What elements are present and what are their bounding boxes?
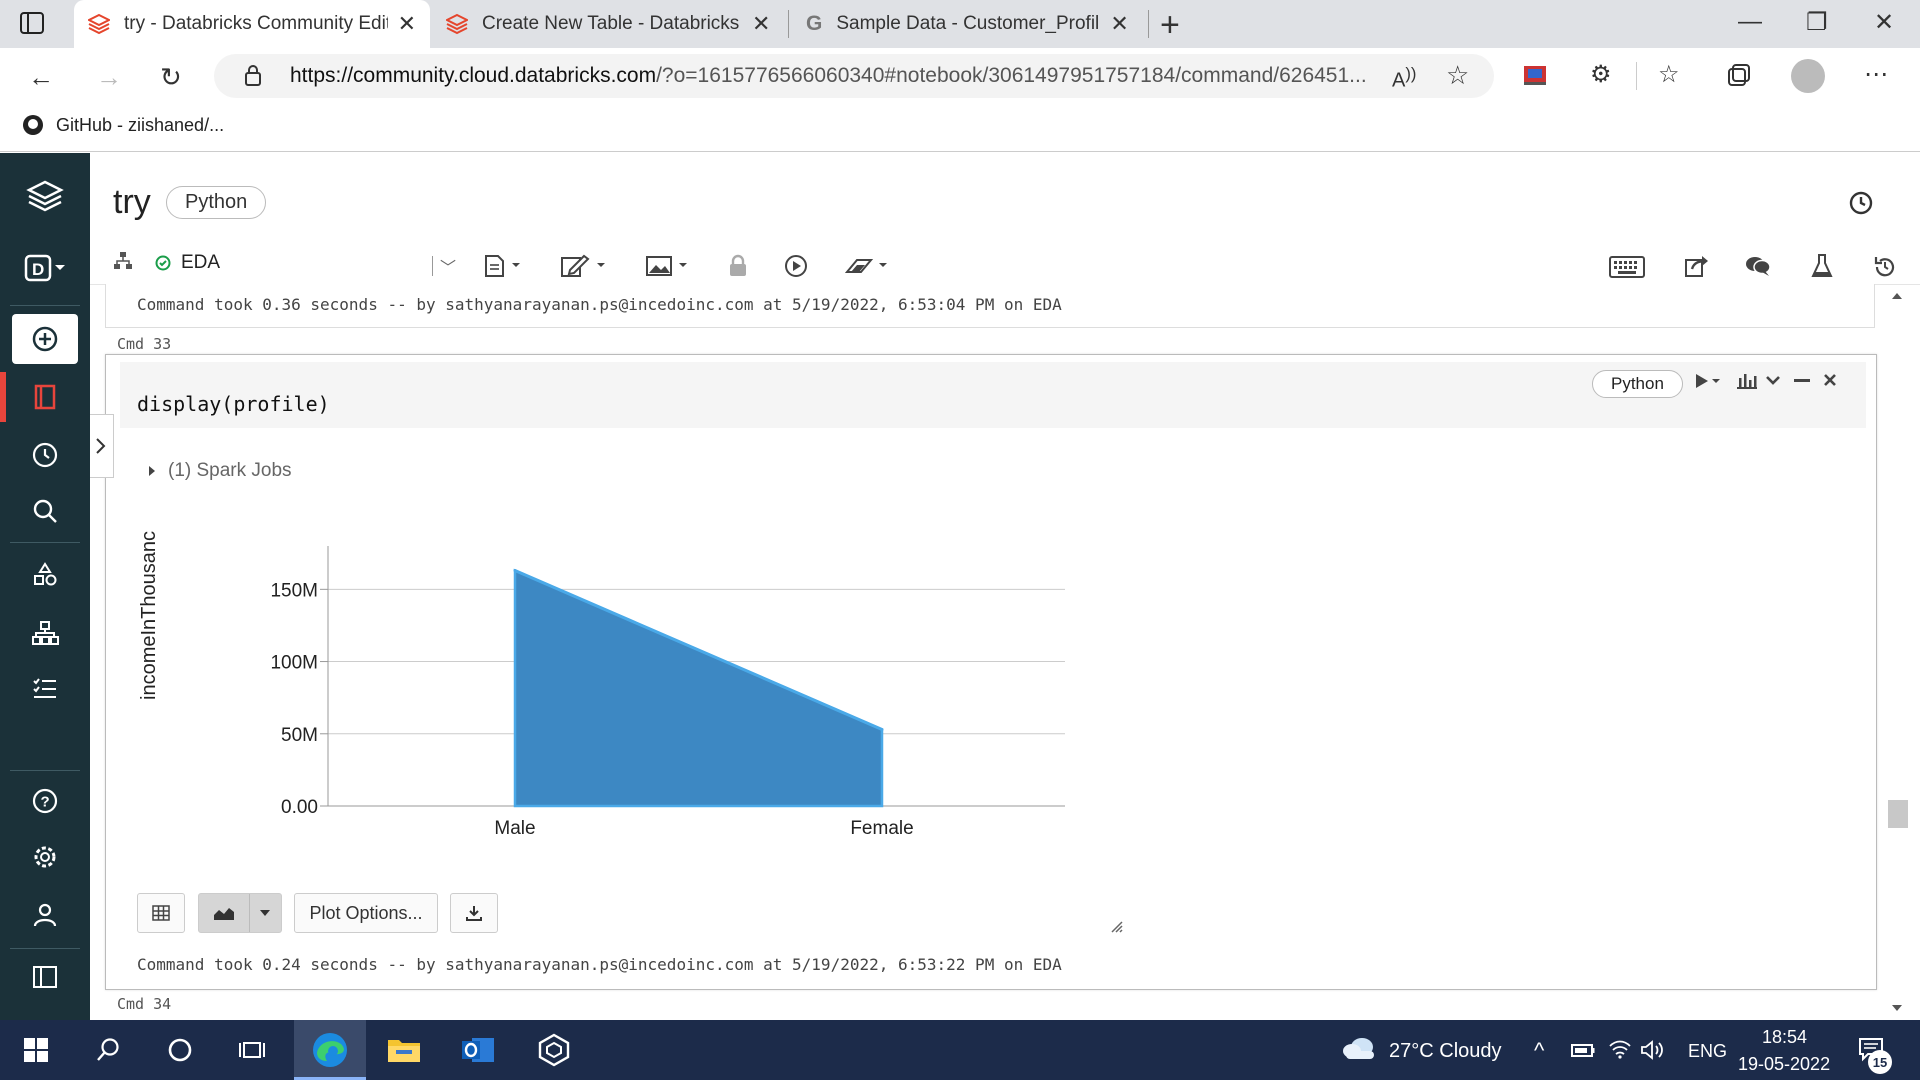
data-point (513, 569, 517, 573)
y-tick-label: 100M (270, 653, 318, 674)
wifi-icon[interactable] (1608, 1038, 1632, 1060)
y-tick-label: 150M (270, 580, 318, 601)
download-button[interactable] (450, 893, 498, 933)
scrollbar-track[interactable] (1886, 288, 1910, 1020)
task-view-icon[interactable] (230, 1030, 274, 1070)
scroll-up-icon[interactable] (1891, 292, 1903, 300)
area-series (513, 568, 884, 808)
y-tick-label: 0.00 (281, 797, 318, 818)
table-icon (152, 905, 170, 921)
windows-start-icon[interactable] (14, 1030, 58, 1070)
download-icon (466, 906, 482, 921)
scrollbar-thumb[interactable] (1888, 800, 1908, 828)
input-language[interactable]: ENG (1688, 1041, 1727, 1062)
scroll-down-icon[interactable] (1891, 1004, 1903, 1012)
plot-options-button[interactable]: Plot Options... (294, 893, 438, 933)
outlook-icon[interactable] (456, 1030, 500, 1070)
cmd-34-label: Cmd 34 (117, 995, 172, 1013)
y-tick-label: 50M (281, 725, 318, 746)
clock-date[interactable]: 19-05-2022 (1738, 1054, 1830, 1075)
battery-icon[interactable] (1570, 1040, 1596, 1060)
caret-down-icon (260, 910, 270, 916)
area-chart[interactable]: 0.00 50M 100M 150M Male Female (0, 0, 1920, 1080)
edge-browser-icon[interactable] (308, 1030, 352, 1070)
volume-icon[interactable] (1640, 1040, 1666, 1060)
cortana-icon[interactable] (158, 1030, 202, 1070)
command-output: Command took 0.24 seconds -- by sathyana… (137, 955, 1062, 974)
resize-handle-icon[interactable] (1110, 920, 1124, 934)
data-point (880, 727, 884, 731)
notification-count-badge: 15 (1868, 1050, 1892, 1074)
weather-text[interactable]: 27°C Cloudy (1389, 1040, 1502, 1063)
area-chart-icon (214, 908, 234, 920)
clock-time[interactable]: 18:54 (1762, 1027, 1807, 1048)
x-tick-label: Female (850, 818, 913, 839)
search-icon[interactable] (86, 1030, 130, 1070)
windows-taskbar (0, 1020, 1920, 1080)
vscode-like-app-icon[interactable] (532, 1030, 576, 1070)
chevron-up-icon[interactable]: ^ (1534, 1038, 1544, 1064)
chart-view-button[interactable] (198, 893, 282, 933)
file-explorer-icon[interactable] (382, 1030, 426, 1070)
weather-cloud-icon[interactable] (1340, 1033, 1378, 1061)
table-view-button[interactable] (137, 893, 185, 933)
x-tick-label: Male (494, 818, 535, 839)
